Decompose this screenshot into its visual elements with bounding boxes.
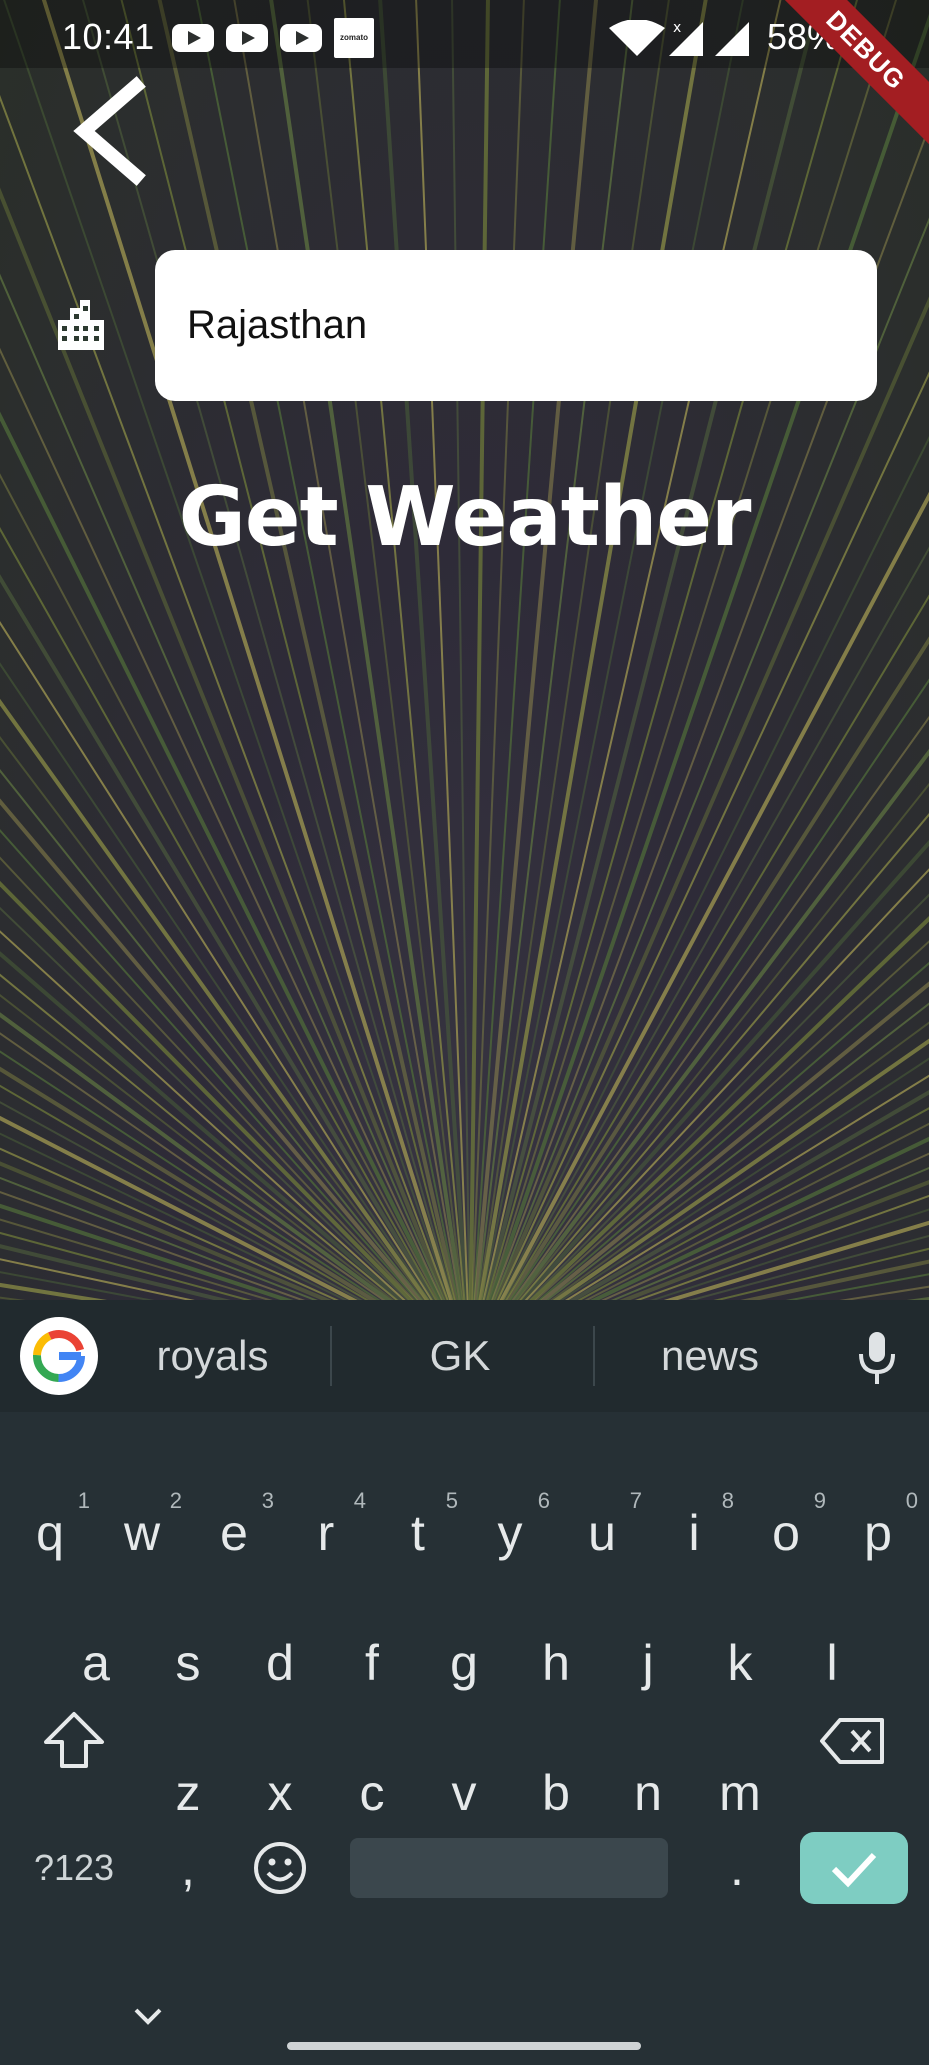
suggestion-item[interactable]: GK [345, 1300, 575, 1412]
key-label: l [826, 1635, 838, 1691]
key-label: v [451, 1765, 477, 1821]
key-label: y [497, 1505, 523, 1561]
key-label: p [864, 1505, 892, 1561]
key-y[interactable]: y6 [464, 1478, 556, 1588]
city-input[interactable] [155, 250, 877, 401]
navigation-handle[interactable] [287, 2042, 641, 2050]
key-label: j [642, 1635, 654, 1691]
key-hint: 6 [537, 1488, 550, 1513]
key-hint: 3 [261, 1488, 274, 1513]
youtube-icon [280, 24, 322, 52]
svg-text:x: x [673, 20, 681, 36]
signal-icon: x [669, 20, 703, 56]
key-label: k [727, 1635, 753, 1691]
key-x[interactable]: x [234, 1738, 326, 1848]
backspace-icon[interactable] [818, 1716, 888, 1766]
suggestion-divider [593, 1326, 595, 1386]
symbols-key[interactable]: ?123 [22, 1813, 126, 1923]
key-w[interactable]: w2 [96, 1478, 188, 1588]
key-n[interactable]: n [602, 1738, 694, 1848]
key-h[interactable]: h [510, 1608, 602, 1718]
suggestion-bar: royals GK news [0, 1300, 929, 1412]
key-label: i [688, 1505, 700, 1561]
key-q[interactable]: q1 [4, 1478, 96, 1588]
city-icon [58, 300, 104, 350]
key-label: s [175, 1635, 201, 1691]
key-hint: 1 [77, 1488, 90, 1513]
youtube-icon [172, 24, 214, 52]
key-a[interactable]: a [50, 1608, 142, 1718]
key-label: a [82, 1635, 110, 1691]
key-t[interactable]: t5 [372, 1478, 464, 1588]
key-j[interactable]: j [602, 1608, 694, 1718]
key-d[interactable]: d [234, 1608, 326, 1718]
get-weather-button[interactable]: Get Weather [0, 470, 929, 565]
key-label: o [772, 1505, 800, 1561]
key-e[interactable]: e3 [188, 1478, 280, 1588]
suggestion-item[interactable]: royals [110, 1300, 315, 1412]
key-i[interactable]: i8 [648, 1478, 740, 1588]
status-time: 10:41 [62, 16, 155, 57]
key-u[interactable]: u7 [556, 1478, 648, 1588]
key-label: n [634, 1765, 662, 1821]
wifi-icon [609, 20, 665, 56]
suggestion-divider [330, 1326, 332, 1386]
signal-icon [715, 22, 749, 56]
key-hint: 0 [905, 1488, 918, 1513]
key-hint: 9 [813, 1488, 826, 1513]
key-g[interactable]: g [418, 1608, 510, 1718]
key-hint: 2 [169, 1488, 182, 1513]
key-label: q [36, 1505, 64, 1561]
key-s[interactable]: s [142, 1608, 234, 1718]
emoji-icon[interactable] [252, 1840, 308, 1896]
key-label: r [317, 1505, 335, 1561]
key-c[interactable]: c [326, 1738, 418, 1848]
key-f[interactable]: f [326, 1608, 418, 1718]
shift-icon[interactable] [42, 1710, 106, 1770]
key-label: d [266, 1635, 294, 1691]
period-key[interactable]: . [692, 1813, 782, 1923]
key-label: w [123, 1505, 161, 1561]
done-key[interactable] [800, 1832, 908, 1904]
key-r[interactable]: r4 [280, 1478, 372, 1588]
key-hint: 8 [721, 1488, 734, 1513]
key-label: x [267, 1765, 293, 1821]
key-label: c [359, 1765, 385, 1821]
zomato-icon: zomato [334, 18, 374, 58]
comma-key[interactable]: , [143, 1813, 233, 1923]
background-image [0, 0, 929, 1300]
chevron-down-icon[interactable] [128, 2000, 168, 2030]
key-label: e [220, 1505, 248, 1561]
key-hint: 5 [445, 1488, 458, 1513]
keyboard: royals GK news q1w2e3r4t5y6u7i8o9p0asdfg… [0, 1300, 929, 2065]
key-label: u [588, 1505, 616, 1561]
key-l[interactable]: l [786, 1608, 878, 1718]
key-label: b [542, 1765, 570, 1821]
key-k[interactable]: k [694, 1608, 786, 1718]
youtube-icon [226, 24, 268, 52]
key-p[interactable]: p0 [832, 1478, 924, 1588]
suggestion-item[interactable]: news [610, 1300, 810, 1412]
back-arrow-icon[interactable] [70, 76, 160, 186]
key-label: t [411, 1505, 425, 1561]
key-label: f [365, 1635, 379, 1691]
status-bar: 10:41 zomato x 58% DEBUG [0, 0, 929, 154]
space-key[interactable] [350, 1838, 668, 1898]
key-hint: 7 [629, 1488, 642, 1513]
key-label: g [450, 1635, 478, 1691]
google-icon[interactable] [20, 1317, 98, 1395]
key-v[interactable]: v [418, 1738, 510, 1848]
microphone-icon[interactable] [852, 1330, 902, 1386]
key-b[interactable]: b [510, 1738, 602, 1848]
key-o[interactable]: o9 [740, 1478, 832, 1588]
key-label: h [542, 1635, 570, 1691]
check-icon [831, 1852, 877, 1888]
key-hint: 4 [353, 1488, 366, 1513]
